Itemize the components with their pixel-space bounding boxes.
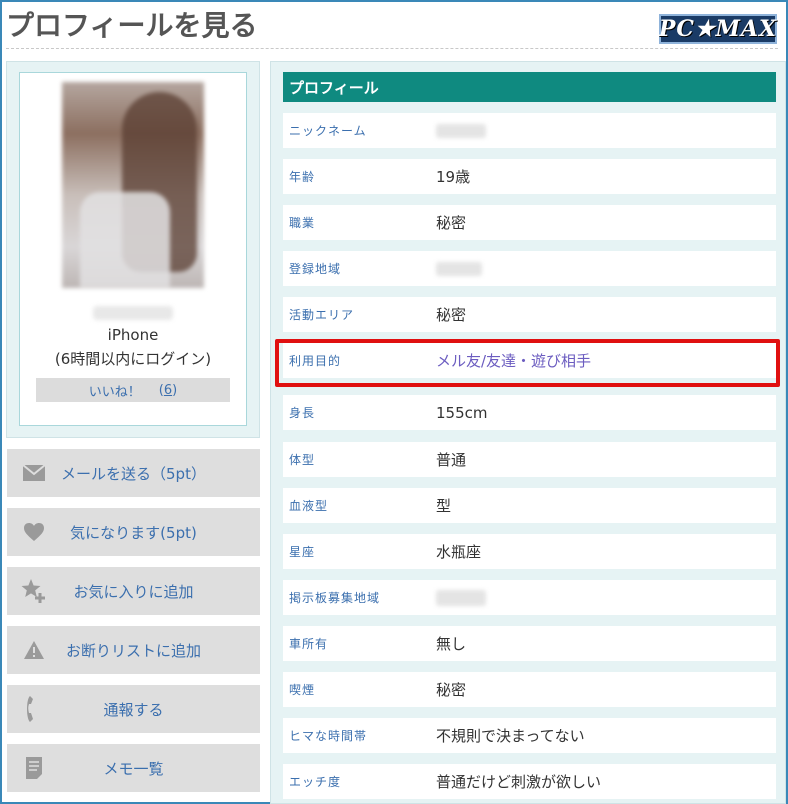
row-key: 体型 [289, 453, 316, 467]
nickname-value-blurred [436, 124, 486, 138]
title-divider [6, 48, 778, 49]
row-key: 星座 [289, 545, 316, 559]
row-value: 普通 [436, 451, 467, 469]
like-label: いいね！ [88, 384, 141, 400]
row-value: 無し [436, 635, 467, 653]
profile-photo[interactable] [62, 82, 204, 288]
row-value: 型 [436, 497, 452, 515]
add-block-list-label: お断りリストに追加 [65, 641, 201, 660]
row-key: 活動エリア [289, 308, 355, 322]
report-button[interactable]: 通報する [7, 685, 260, 733]
row-value: 不規則で決まってない [436, 727, 585, 745]
memo-list-button[interactable]: メモ一覧 [7, 744, 260, 792]
row-value: 普通だけど刺激が欲しい [436, 773, 602, 791]
row-value: 秘密 [436, 214, 467, 232]
like-button[interactable]: いいね！ (6) [36, 378, 230, 402]
memo-list-label: メモ一覧 [103, 759, 164, 778]
report-label: 通報する [103, 700, 164, 719]
row-key: ヒマな時間帯 [289, 729, 368, 743]
row-key: 掲示板募集地域 [289, 591, 381, 605]
interested-label: 気になります(5pt) [70, 523, 197, 542]
row-value: 水瓶座 [436, 543, 482, 561]
add-favorite-label: お気に入りに追加 [73, 582, 194, 601]
profile-section-header: プロフィール [283, 72, 776, 102]
interested-button[interactable]: 気になります(5pt) [7, 508, 260, 556]
profile-row-activity-area: 活動エリア 秘密 [283, 297, 776, 332]
profile-row-height: 身長 155cm [283, 395, 776, 430]
profile-row-nickname: ニックネーム [283, 113, 776, 148]
profile-row-car: 車所有 無し [283, 626, 776, 661]
row-value: 155cm [436, 403, 488, 422]
profile-row-body-type: 体型 普通 [283, 442, 776, 477]
purpose-highlight-box [275, 339, 780, 387]
send-mail-button[interactable]: メールを送る（5pt） [7, 449, 260, 497]
add-favorite-button[interactable]: お気に入りに追加 [7, 567, 260, 615]
row-key: ニックネーム [289, 124, 367, 138]
row-key: エッチ度 [289, 775, 342, 789]
board-region-value-blurred [436, 590, 486, 606]
add-block-list-button[interactable]: お断りリストに追加 [7, 626, 260, 674]
row-key: 喫煙 [289, 683, 316, 697]
like-count[interactable]: (6) [159, 383, 177, 398]
pcmax-logo[interactable]: PC★MAX [659, 14, 777, 44]
nickname-blurred [93, 306, 173, 320]
profile-row-ecchi-level: エッチ度 普通だけど刺激が欲しい [283, 764, 776, 799]
page-title: プロフィールを見る [6, 9, 258, 42]
profile-row-board-region: 掲示板募集地域 [283, 580, 776, 615]
last-login-status: (6時間以内にログイン) [54, 350, 212, 368]
row-value: 19歳 [436, 168, 471, 186]
profile-row-blood-type: 血液型 型 [283, 488, 776, 523]
profile-row-smoking: 喫煙 秘密 [283, 672, 776, 707]
profile-row-region: 登録地域 [283, 251, 776, 286]
profile-row-zodiac: 星座 水瓶座 [283, 534, 776, 569]
row-key: 身長 [289, 406, 316, 420]
row-value: 秘密 [436, 306, 467, 324]
send-mail-label: メールを送る（5pt） [61, 464, 206, 483]
row-value: 秘密 [436, 681, 467, 699]
row-key: 職業 [289, 216, 316, 230]
profile-row-occupation: 職業 秘密 [283, 205, 776, 240]
row-key: 車所有 [289, 637, 329, 651]
region-value-blurred [436, 262, 482, 276]
profile-row-age: 年齢 19歳 [283, 159, 776, 194]
photo-body [80, 192, 170, 287]
device-label: iPhone [107, 326, 159, 344]
row-key: 登録地域 [289, 262, 342, 276]
row-key: 血液型 [289, 499, 329, 513]
profile-row-free-time: ヒマな時間帯 不規則で決まってない [283, 718, 776, 753]
row-key: 年齢 [289, 170, 316, 184]
